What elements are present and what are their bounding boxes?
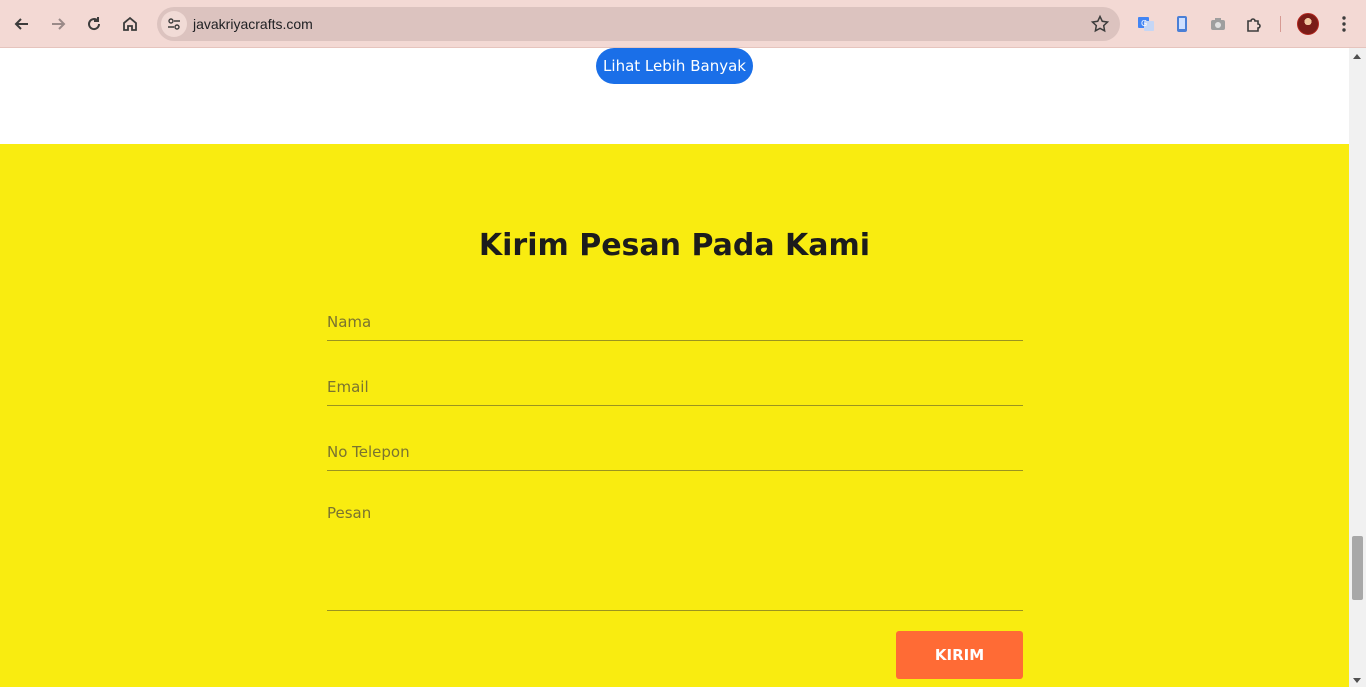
contact-title: Kirim Pesan Pada Kami: [478, 228, 871, 263]
address-bar[interactable]: javakriyacrafts.com: [157, 7, 1120, 41]
scroll-thumb[interactable]: [1352, 536, 1363, 600]
contact-section: Kirim Pesan Pada Kami KIRIM: [0, 144, 1349, 687]
scroll-up-icon[interactable]: [1353, 54, 1361, 59]
scroll-down-icon[interactable]: [1353, 678, 1361, 683]
back-button[interactable]: [6, 8, 38, 40]
arrow-right-icon: [52, 18, 66, 30]
page-scrollbar[interactable]: [1349, 48, 1366, 687]
email-field: [327, 369, 1023, 406]
name-input[interactable]: [327, 304, 1023, 340]
translate-extension-button[interactable]: G: [1130, 8, 1162, 40]
extension-button[interactable]: [1166, 8, 1198, 40]
reload-button[interactable]: [78, 8, 110, 40]
forward-button[interactable]: [42, 8, 74, 40]
products-section-end: Lihat Lebih Banyak: [0, 48, 1349, 144]
phone-field: [327, 434, 1023, 471]
reload-icon: [88, 17, 101, 31]
translate-icon: G: [1138, 17, 1154, 31]
see-more-button[interactable]: Lihat Lebih Banyak: [596, 48, 753, 84]
camera-icon: [1211, 18, 1225, 30]
puzzle-icon: [1247, 18, 1261, 32]
message-field: [327, 499, 1023, 611]
message-textarea[interactable]: [327, 499, 1023, 610]
bookmark-star-icon[interactable]: [1090, 14, 1110, 34]
screenshot-extension-button[interactable]: [1202, 8, 1234, 40]
page-viewport: Lihat Lebih Banyak Kirim Pesan Pada Kami…: [0, 48, 1349, 687]
name-field: [327, 304, 1023, 341]
phone-input[interactable]: [327, 434, 1023, 470]
phone-extension-icon: [1177, 16, 1187, 32]
email-input[interactable]: [327, 369, 1023, 405]
svg-text:G: G: [1141, 19, 1147, 28]
url-text[interactable]: javakriyacrafts.com: [193, 7, 313, 41]
site-settings-icon[interactable]: [161, 11, 187, 37]
home-button[interactable]: [114, 8, 146, 40]
extensions-button[interactable]: [1238, 8, 1270, 40]
arrow-left-icon: [14, 18, 28, 30]
submit-button[interactable]: KIRIM: [896, 631, 1023, 679]
home-icon: [123, 16, 137, 31]
profile-avatar[interactable]: [1297, 13, 1319, 35]
toolbar-divider: [1280, 16, 1281, 32]
more-vert-icon: [1342, 16, 1346, 32]
browser-menu-button[interactable]: [1328, 8, 1360, 40]
browser-toolbar: javakriyacrafts.com G: [0, 0, 1366, 48]
